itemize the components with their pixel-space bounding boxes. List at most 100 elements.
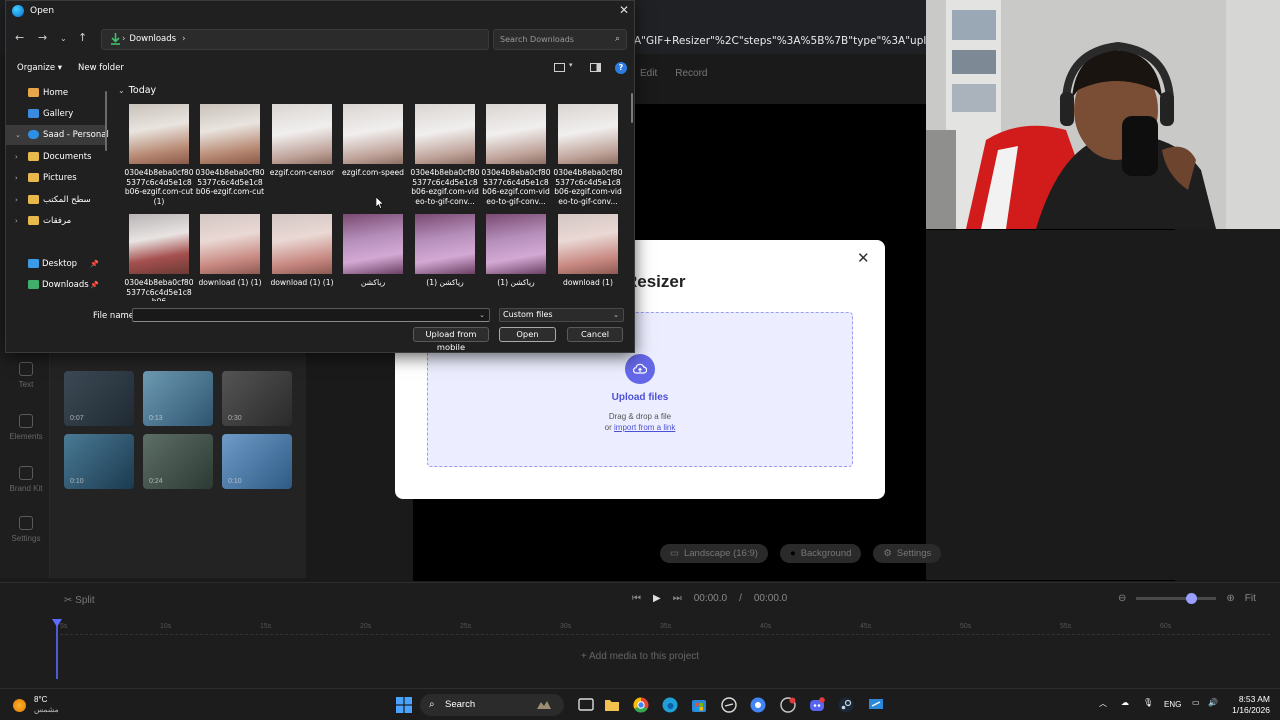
file-tile[interactable]: download (1) (1) bbox=[267, 211, 337, 288]
view-dropdown-icon[interactable]: ▾ bbox=[569, 61, 573, 69]
nav-attachments[interactable]: › مرفقات bbox=[6, 211, 106, 231]
stock-video-thumb[interactable]: 0:10 bbox=[64, 434, 134, 489]
address-bar[interactable]: A"GIF+Resizer"%2C"steps"%3A%5B%7B"type"%… bbox=[632, 30, 926, 52]
app-icon[interactable] bbox=[721, 697, 737, 713]
close-icon[interactable]: ✕ bbox=[619, 3, 629, 17]
stock-video-thumb[interactable]: 0:13 bbox=[143, 371, 213, 426]
file-tile[interactable]: 030e4b8eba0cf805377c6c4d5e1c8b06-ezgif.c… bbox=[481, 101, 551, 206]
play-button[interactable]: ▶ bbox=[653, 593, 661, 604]
back-arrow-icon[interactable]: ← bbox=[15, 31, 24, 44]
file-tile[interactable]: download (1) (1) bbox=[195, 211, 265, 288]
expand-chevron-icon[interactable]: › bbox=[15, 211, 18, 231]
view-options-icon[interactable] bbox=[554, 63, 565, 72]
forward-arrow-icon[interactable]: → bbox=[38, 31, 47, 44]
monitor-icon[interactable]: ▭ bbox=[1192, 698, 1200, 707]
chrome-dev-icon[interactable] bbox=[780, 697, 796, 713]
remote-desktop-icon[interactable] bbox=[868, 697, 884, 713]
chevron-down-icon[interactable]: ⌄ bbox=[479, 309, 485, 321]
stock-video-thumb[interactable]: 0:30 bbox=[222, 371, 292, 426]
help-icon[interactable]: ? bbox=[615, 62, 627, 74]
clock[interactable]: 8:53 AM 1/16/2026 bbox=[1228, 694, 1270, 716]
file-explorer-icon[interactable] bbox=[604, 697, 620, 713]
search-input[interactable]: Search Downloads ⌕ bbox=[493, 29, 627, 50]
stock-video-thumb[interactable]: 0:07 bbox=[64, 371, 134, 426]
zoom-out-icon[interactable]: ⊖ bbox=[1118, 593, 1126, 604]
upload-files-label[interactable]: Upload files bbox=[428, 392, 852, 403]
microphone-icon[interactable]: 🎙 bbox=[1143, 698, 1153, 707]
nav-desktop[interactable]: Desktop 📌 bbox=[6, 254, 106, 274]
rail-elements[interactable]: Elements bbox=[6, 414, 46, 441]
zoom-slider-knob[interactable] bbox=[1186, 593, 1198, 604]
task-view-icon[interactable] bbox=[578, 697, 594, 713]
rail-settings[interactable]: Settings bbox=[6, 516, 46, 543]
aspect-ratio-button[interactable]: ▭ Landscape (16:9) bbox=[660, 544, 768, 563]
file-tile[interactable]: رياكشن (1) bbox=[410, 211, 480, 288]
expand-chevron-icon[interactable]: › bbox=[15, 147, 18, 167]
nav-desktop-ar[interactable]: › سطح المكتب bbox=[6, 190, 106, 210]
canvas-settings-button[interactable]: ⚙ Settings bbox=[873, 544, 942, 563]
add-media-hint[interactable]: + Add media to this project bbox=[0, 651, 1280, 662]
timeline-ruler[interactable]: 5s 10s 15s 20s 25s 30s 35s 40s 45s 50s 55s 60s bbox=[60, 623, 1270, 635]
skip-back-icon[interactable]: ⏮ bbox=[632, 593, 641, 604]
record-menu[interactable]: Record bbox=[675, 68, 707, 79]
nav-pictures[interactable]: › Pictures bbox=[6, 168, 106, 188]
volume-icon[interactable]: 🔊 bbox=[1208, 698, 1218, 707]
up-arrow-icon[interactable]: ↑ bbox=[78, 31, 87, 44]
rail-brand-kit[interactable]: Brand Kit bbox=[6, 466, 46, 493]
chevron-up-icon[interactable]: ︿ bbox=[1099, 698, 1107, 709]
stock-video-thumb[interactable]: 0:10 bbox=[222, 434, 292, 489]
fit-icon[interactable]: Fit bbox=[1245, 593, 1256, 604]
file-tile[interactable]: 030e4b8eba0cf805377c6c4d5e1c8b06-ezgif.c… bbox=[124, 101, 194, 206]
windows-start-icon[interactable] bbox=[396, 697, 412, 713]
group-header-today[interactable]: ⌄ Today bbox=[118, 85, 156, 96]
file-tile[interactable]: 030e4b8eba0cf805377c6c4d5e1c8b06-ezgif.c… bbox=[195, 101, 265, 197]
zoom-in-icon[interactable]: ⊕ bbox=[1226, 593, 1234, 604]
zoom-slider[interactable] bbox=[1136, 593, 1217, 604]
preview-pane-icon[interactable] bbox=[590, 63, 601, 72]
steam-icon[interactable] bbox=[838, 697, 854, 713]
import-from-link[interactable]: import from a link bbox=[614, 423, 675, 432]
upload-from-mobile-button[interactable]: Upload from mobile bbox=[413, 327, 489, 352]
recent-chevron-icon[interactable]: ⌄ bbox=[60, 34, 67, 43]
nav-scrollbar[interactable] bbox=[105, 91, 107, 151]
close-icon[interactable]: ✕ bbox=[857, 249, 870, 267]
address-downloads[interactable]: Downloads bbox=[129, 34, 176, 44]
new-folder-button[interactable]: New folder bbox=[78, 63, 124, 73]
organize-button[interactable]: Organize ▾ bbox=[17, 63, 62, 73]
nav-gallery[interactable]: Gallery bbox=[6, 104, 106, 124]
playhead[interactable] bbox=[52, 619, 62, 679]
address-bar[interactable]: ›Downloads› ⌄ ↻ bbox=[101, 29, 573, 50]
file-tile[interactable]: ezgif.com-censor bbox=[267, 101, 337, 178]
file-tile[interactable]: 030e4b8eba0cf805377c6c4d5e1c8b06-ezgif.c… bbox=[410, 101, 480, 206]
file-tile[interactable]: رياكشن (1) bbox=[481, 211, 551, 288]
file-tile[interactable]: 030e4b8eba0cf805377c6c4d5e1c8b06-ezgif.c… bbox=[553, 101, 623, 206]
search-highlight-icon[interactable] bbox=[536, 697, 552, 713]
stock-video-thumb[interactable]: 0:24 bbox=[143, 434, 213, 489]
split-button[interactable]: ✂ Split bbox=[64, 595, 95, 606]
discord-icon[interactable] bbox=[809, 697, 825, 713]
nav-documents[interactable]: › Documents bbox=[6, 147, 106, 167]
rail-text[interactable]: Text bbox=[6, 362, 46, 389]
cancel-button[interactable]: Cancel bbox=[567, 327, 623, 342]
onedrive-icon[interactable]: ☁ bbox=[1121, 698, 1129, 707]
file-type-select[interactable]: Custom files ⌄ bbox=[499, 308, 624, 322]
expand-chevron-icon[interactable]: › bbox=[15, 168, 18, 188]
file-name-input[interactable]: ⌄ bbox=[132, 308, 490, 322]
open-button[interactable]: Open bbox=[499, 327, 556, 342]
file-tile[interactable]: 030e4b8eba0cf805377c6c4d5e1c8b06 bbox=[124, 211, 194, 301]
language-indicator[interactable]: ENG bbox=[1164, 700, 1181, 709]
file-tile[interactable]: download (1) bbox=[553, 211, 623, 288]
file-scrollbar[interactable] bbox=[631, 93, 633, 123]
expand-chevron-icon[interactable]: › bbox=[15, 190, 18, 210]
background-button[interactable]: ● Background bbox=[779, 544, 862, 563]
expand-chevron-icon[interactable]: ⌄ bbox=[15, 125, 21, 145]
chrome-icon[interactable] bbox=[633, 697, 649, 713]
nav-home[interactable]: Home bbox=[6, 83, 106, 103]
edge-icon[interactable] bbox=[662, 697, 678, 713]
skip-forward-icon[interactable]: ⏭ bbox=[673, 593, 682, 604]
edit-menu[interactable]: Edit bbox=[640, 68, 657, 79]
nav-downloads[interactable]: Downloads 📌 bbox=[6, 275, 106, 295]
file-tile[interactable]: ezgif.com-speed bbox=[338, 101, 408, 178]
chrome-profile-icon[interactable] bbox=[750, 697, 766, 713]
file-tile[interactable]: رياكشن bbox=[338, 211, 408, 288]
